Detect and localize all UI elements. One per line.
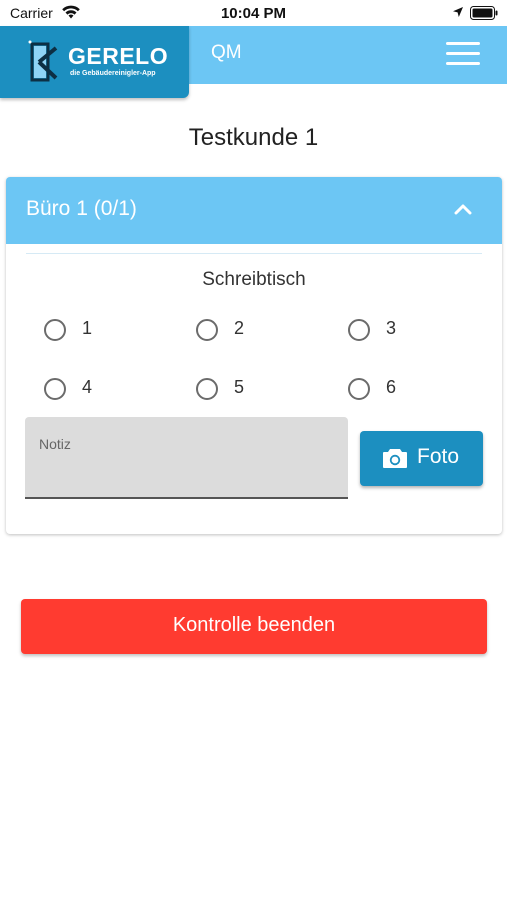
battery-icon [470, 6, 498, 20]
section-header-buero-1[interactable]: Büro 1 (0/1) [6, 177, 502, 244]
question-label: Schreibtisch [202, 269, 306, 290]
rating-option-label: 5 [234, 377, 245, 397]
rating-option-label: 1 [82, 318, 93, 338]
divider [26, 253, 482, 254]
photo-button-label: Foto [417, 445, 460, 468]
chevron-up-icon [454, 204, 472, 215]
section-header-label: Büro 1 (0/1) [26, 197, 137, 220]
logo-subtitle: die Gebäudereinigler-App [70, 70, 156, 77]
rating-option-label: 6 [386, 377, 397, 397]
end-inspection-button[interactable]: Kontrolle beenden [21, 599, 487, 654]
radio-circle-icon [196, 319, 218, 341]
photo-button[interactable]: Foto [360, 431, 483, 486]
note-input[interactable] [25, 417, 348, 497]
inspection-card: Büro 1 (0/1) Schreibtisch 1 2 3 4 5 6 No… [6, 177, 502, 534]
note-field[interactable]: Notiz [25, 417, 348, 499]
header-title: QM [211, 42, 242, 63]
logo-title: GERELO [68, 43, 169, 69]
location-arrow-icon [453, 7, 463, 17]
camera-icon [383, 449, 407, 468]
end-inspection-label: Kontrolle beenden [172, 614, 336, 636]
rating-option-label: 2 [234, 318, 245, 338]
radio-circle-icon [196, 378, 218, 400]
radio-circle-icon [44, 378, 66, 400]
logo-mark-icon [28, 40, 58, 82]
radio-circle-icon [348, 378, 370, 400]
radio-circle-icon [348, 319, 370, 341]
hamburger-menu-icon[interactable] [446, 42, 482, 68]
clock: 10:04 PM [220, 5, 287, 22]
rating-option-label: 4 [82, 377, 93, 397]
radio-circle-icon [44, 319, 66, 341]
app-logo: GERELO die Gebäudereinigler-App [0, 26, 189, 98]
page-title: Testkunde 1 [188, 124, 319, 151]
rating-option-label: 3 [386, 318, 397, 338]
status-bar: Carrier 10:04 PM [0, 0, 507, 26]
